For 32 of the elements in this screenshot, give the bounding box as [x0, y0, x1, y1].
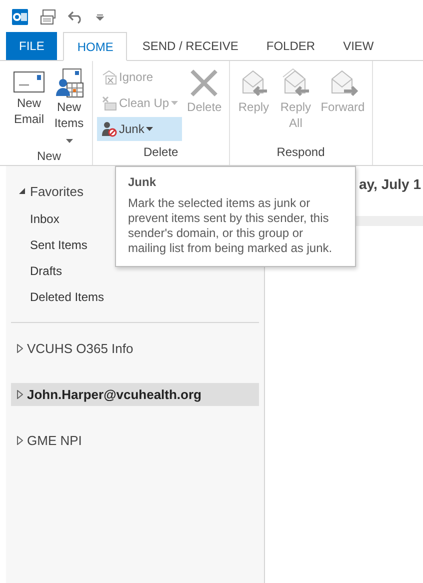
- ribbon-button[interactable]: Junk: [97, 117, 182, 141]
- ignore-icon: [101, 69, 117, 85]
- delete-icon: [188, 67, 220, 99]
- favorites-heading[interactable]: Favorites: [30, 184, 84, 198]
- group-label: Respond: [276, 145, 326, 161]
- send-receive-icon[interactable]: [40, 9, 56, 25]
- junk-icon: [101, 121, 117, 137]
- customize-icon[interactable]: [96, 13, 104, 21]
- group-label: New: [36, 149, 62, 165]
- caret-icon: [146, 127, 154, 131]
- outlook-icon[interactable]: [12, 9, 28, 25]
- ribbon-tab[interactable]: HOME: [63, 32, 128, 61]
- account-item[interactable]: John.Harper@vcuhealth.org: [11, 383, 259, 406]
- caret-icon: [66, 139, 72, 143]
- folder-item[interactable]: Deleted Items: [6, 284, 264, 310]
- account-item[interactable]: VCUHS O365 Info: [11, 337, 259, 360]
- ribbon-button[interactable]: New Items: [50, 65, 88, 149]
- expand-icon[interactable]: [17, 436, 23, 445]
- expand-icon[interactable]: [17, 390, 23, 399]
- contact-calendar-icon: [53, 67, 85, 99]
- ribbon-button[interactable]: New Email: [10, 65, 48, 149]
- group-label: Delete: [142, 145, 180, 161]
- expand-icon[interactable]: [17, 344, 23, 353]
- tooltip-title: Junk: [128, 175, 158, 189]
- cleanup-icon: [101, 95, 117, 111]
- tooltip-text: Mark the selected items as junk or prevent items sent by this sender, this sender's domain, or this group or mailing list from being marked as junk.: [128, 196, 334, 256]
- caret-icon: [171, 101, 178, 105]
- undo-icon[interactable]: [68, 10, 84, 24]
- collapse-icon[interactable]: [18, 187, 26, 195]
- ribbon-tab[interactable]: FILE: [6, 32, 58, 60]
- date-header: ay, July 1: [358, 175, 422, 194]
- account-item[interactable]: GME NPI: [11, 429, 259, 452]
